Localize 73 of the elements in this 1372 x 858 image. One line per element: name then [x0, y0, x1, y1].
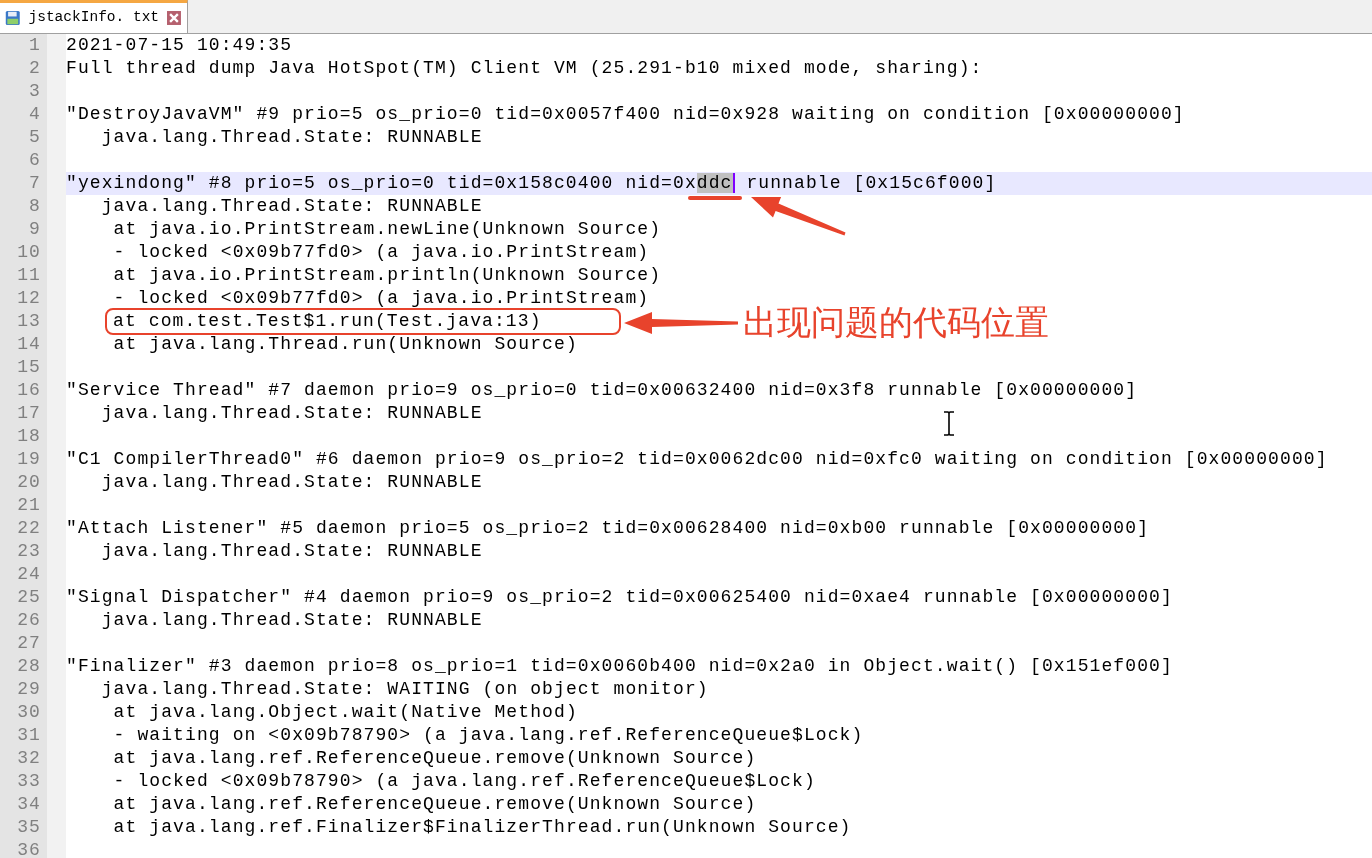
code-line: at java.lang.ref.ReferenceQueue.remove(Unknown Source): [113, 748, 757, 768]
line-number: 13: [16, 310, 42, 333]
code-line: - waiting on <0x09b78790> (a java.lang.ref.ReferenceQueue$Lock): [113, 725, 864, 745]
code-line: at java.lang.ref.ReferenceQueue.remove(Unknown Source): [113, 794, 757, 814]
code-line: "Finalizer" #3 daemon prio=8 os_prio=1 tid=0x0060b400 nid=0x2a0 in Object.wait() [0x151ef000]: [66, 656, 1173, 676]
line-number: 31: [16, 724, 42, 747]
line-number: 15: [16, 356, 42, 379]
line-number: 35: [16, 816, 42, 839]
code-line: - locked <0x09b77fd0> (a java.io.PrintStream): [113, 242, 650, 262]
line-number: 7: [28, 172, 42, 195]
code-line: "Service Thread" #7 daemon prio=9 os_prio=0 tid=0x00632400 nid=0x3f8 runnable [0x00000000]: [66, 380, 1138, 400]
line-number: 10: [16, 241, 42, 264]
line-number: 23: [16, 540, 42, 563]
line-number: 2: [28, 57, 42, 80]
line-number: 6: [28, 149, 42, 172]
line-number: 36: [16, 839, 42, 858]
code-line: - locked <0x09b78790> (a java.lang.ref.ReferenceQueue$Lock): [113, 771, 816, 791]
line-number: 11: [16, 264, 42, 287]
line-number: 32: [16, 747, 42, 770]
line-number: 26: [16, 609, 42, 632]
line-number: 28: [16, 655, 42, 678]
code-line: 2021-07-15 10:49:35: [66, 35, 293, 55]
line-number: 3: [28, 80, 42, 103]
line-number: 25: [16, 586, 42, 609]
underline-mark: [688, 196, 742, 200]
code-line: - locked <0x09b77fd0> (a java.io.PrintStream): [113, 288, 650, 308]
code-line: at java.lang.Object.wait(Native Method): [113, 702, 578, 722]
line-number: 17: [16, 402, 42, 425]
line-number: 34: [16, 793, 42, 816]
code-line: java.lang.Thread.State: WAITING (on object monitor): [101, 679, 709, 699]
save-icon: [5, 8, 21, 28]
line-number: 18: [16, 425, 42, 448]
code-line: java.lang.Thread.State: RUNNABLE: [101, 472, 483, 492]
line-number: 14: [16, 333, 42, 356]
code-line: java.lang.Thread.State: RUNNABLE: [101, 403, 483, 423]
code-line: "Signal Dispatcher" #4 daemon prio=9 os_prio=2 tid=0x00625400 nid=0xae4 runnable [0x00000000]: [66, 587, 1173, 607]
text-cursor-icon: [942, 411, 956, 436]
line-number: 1: [28, 34, 42, 57]
code-line: Full thread dump Java HotSpot(TM) Client VM (25.291-b10 mixed mode, sharing):: [66, 58, 983, 78]
line-number: 19: [16, 448, 42, 471]
code-line: "C1 CompilerThread0" #6 daemon prio=9 os_prio=2 tid=0x0062dc00 nid=0xfc0 waiting on condition [0x00000000]: [66, 449, 1328, 469]
code-line: java.lang.Thread.State: RUNNABLE: [101, 196, 483, 216]
code-line: at com.test.Test$1.run(Test.java:13): [113, 311, 542, 331]
line-number: 22: [16, 517, 42, 540]
line-number: 21: [16, 494, 42, 517]
line-number: 30: [16, 701, 42, 724]
code-line: "Attach Listener" #5 daemon prio=5 os_prio=2 tid=0x00628400 nid=0xb00 runnable [0x00000000]: [66, 518, 1150, 538]
code-line: java.lang.Thread.State: RUNNABLE: [101, 541, 483, 561]
line-number: 8: [28, 195, 42, 218]
selected-text: ddc: [696, 173, 735, 193]
line-number: 4: [28, 103, 42, 126]
code-line: "yexindong" #8 prio=5 os_prio=0 tid=0x158c0400 nid=0x: [66, 173, 697, 193]
line-number: 5: [28, 126, 42, 149]
file-tab[interactable]: jstackInfo. txt: [0, 0, 188, 33]
line-number: 29: [16, 678, 42, 701]
code-line: at java.io.PrintStream.println(Unknown Source): [113, 265, 662, 285]
line-number: 20: [16, 471, 42, 494]
line-number: 27: [16, 632, 42, 655]
code-line: "DestroyJavaVM" #9 prio=5 os_prio=0 tid=0x0057f400 nid=0x928 waiting on condition [0x00000000]: [66, 104, 1185, 124]
annotation-label: 出现问题的代码位置: [743, 301, 1049, 344]
line-number: 9: [28, 218, 42, 241]
code-line: runnable [0x15c6f000]: [745, 173, 997, 193]
code-line: java.lang.Thread.State: RUNNABLE: [101, 127, 483, 147]
code-line: at java.lang.Thread.run(Unknown Source): [113, 334, 578, 354]
code-line: at java.io.PrintStream.newLine(Unknown Source): [113, 219, 662, 239]
line-number: 16: [16, 379, 42, 402]
line-number: 24: [16, 563, 42, 586]
code-line: at java.lang.ref.Finalizer$FinalizerThread.run(Unknown Source): [113, 817, 852, 837]
code-line: java.lang.Thread.State: RUNNABLE: [101, 610, 483, 630]
close-icon[interactable]: [167, 9, 181, 27]
line-number: 33: [16, 770, 42, 793]
line-number: 12: [16, 287, 42, 310]
tab-title: jstackInfo. txt: [28, 8, 160, 28]
